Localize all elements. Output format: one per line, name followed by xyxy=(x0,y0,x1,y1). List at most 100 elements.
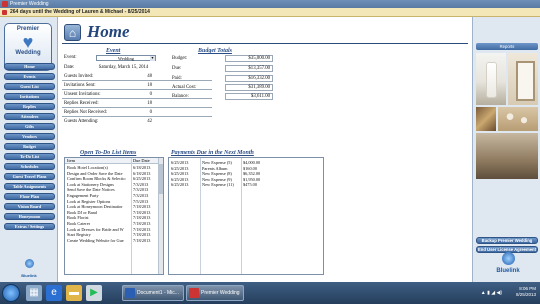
payment-amount: $475.00 xyxy=(243,182,257,188)
todo-list-header: Item Due Date xyxy=(65,158,163,164)
nav-honeymoon[interactable]: Honeymoon xyxy=(4,213,55,220)
guests-attending-label: Guests Attending: xyxy=(64,119,99,124)
scroll-thumb[interactable] xyxy=(159,164,163,194)
todo-row[interactable]: Create Wedding Website for Gue 7/18/2013 xyxy=(65,238,160,243)
due-row: Due: $13,357.00 xyxy=(169,64,324,73)
chevron-down-icon[interactable]: ▼ xyxy=(150,56,155,61)
paid-row: Paid: $16,332.00 xyxy=(169,74,324,83)
todo-item: Look at Register Options xyxy=(67,198,111,204)
payment-row[interactable]: 6/25/2013 New Expense (5) $4,000.00 xyxy=(169,160,323,165)
payment-description: New Expense (8) xyxy=(202,171,232,177)
todo-item: Engagement Party xyxy=(67,193,99,198)
tray-icons[interactable]: ▲ ▮ ◢ ◀) xyxy=(481,290,502,296)
backup-button[interactable]: Backup Premier Wedding xyxy=(476,237,538,244)
todo-row[interactable]: Book DJ or Band 7/18/2013 xyxy=(65,210,160,215)
balance-value: $3,611.00 xyxy=(225,93,273,100)
system-clock[interactable]: 8:06 PM 8/25/2013 xyxy=(516,286,536,298)
payments-heading: Payments Due in the Next Month xyxy=(171,150,254,156)
payments-list[interactable]: 6/25/2013 New Expense (5) $4,000.00 6/25/20… xyxy=(168,157,324,275)
todo-row[interactable]: Design and Order Save the Date 6/18/2013 xyxy=(65,171,160,176)
nav-replies[interactable]: Replies xyxy=(4,103,55,110)
wedding-cake-photo xyxy=(476,53,506,105)
todo-row[interactable]: Send Save the Date Notices 7/3/2013 xyxy=(65,187,160,192)
todo-item: Look at Honeymoon Destinatior xyxy=(67,204,123,210)
reception-table-photo xyxy=(476,133,538,179)
payment-description: New Expense (5) xyxy=(202,160,232,165)
todo-scrollbar[interactable] xyxy=(158,158,163,274)
nav-vision-board[interactable]: Vision Board xyxy=(4,203,55,210)
explorer-icon[interactable]: ▦ xyxy=(26,285,42,301)
todo-col-due[interactable]: Due Date xyxy=(133,158,150,164)
taskbar-word-document[interactable]: Document1 - Mic... xyxy=(122,285,184,301)
todo-row[interactable]: Confirm Room Blocks & Selectio 6/25/2013 xyxy=(65,176,160,181)
todo-row[interactable]: Look at Stationery Designs 7/3/2013 xyxy=(65,182,160,187)
payment-amount: $6,352.00 xyxy=(243,171,261,177)
nav-home[interactable]: Home xyxy=(4,63,55,70)
nav-attendees[interactable]: Attendees xyxy=(4,113,55,120)
taskbar-premier-wedding[interactable]: Premier Wedding xyxy=(186,285,244,301)
payment-description: New Expense (9) xyxy=(202,176,232,182)
todo-due-date: 6/25/2013 xyxy=(133,176,151,182)
countdown-text: 264 days until the Wedding of Lauren & M… xyxy=(10,9,150,15)
todo-row[interactable]: Look at Honeymoon Destinatior 7/18/2013 xyxy=(65,204,160,209)
payment-date: 6/25/2013 xyxy=(171,176,189,182)
reports-button[interactable]: Reports xyxy=(476,43,538,50)
todo-row[interactable]: Start Registry 7/18/2013 xyxy=(65,232,160,237)
todo-item: Book DJ or Band xyxy=(67,209,97,215)
heart-icon xyxy=(2,10,7,15)
todo-row[interactable]: Look at Dresses for Bride and W 7/18/2013 xyxy=(65,227,160,232)
nav-schedules[interactable]: Schedules xyxy=(4,163,55,170)
nav-gifts[interactable]: Gifts xyxy=(4,123,55,130)
todo-due-date: 7/3/2013 xyxy=(133,181,149,187)
nav-floor-plan[interactable]: Floor Plan xyxy=(4,193,55,200)
budget-value: $35,000.00 xyxy=(225,55,273,62)
folder-icon[interactable]: ▬ xyxy=(66,285,82,301)
nav-extras-settings[interactable]: Extras / Settings xyxy=(4,223,55,230)
payment-row[interactable]: 6/25/2013 New Expense (11) $475.00 xyxy=(169,182,323,187)
payment-amount: $1,950.00 xyxy=(243,176,261,182)
taskbar: ▦ e ▬ ▶ Document1 - Mic... Premier Weddi… xyxy=(0,282,540,304)
cookies-photo xyxy=(498,107,538,131)
payment-date: 6/25/2013 xyxy=(171,182,189,188)
todo-list[interactable]: Item Due Date Book Hotel Location(s) 6/18… xyxy=(64,157,164,275)
bluelink-globe-icon xyxy=(501,252,515,265)
payment-row[interactable]: 6/25/2013 Parents Album $160.00 xyxy=(169,166,323,171)
todo-item: Create Wedding Website for Gue xyxy=(67,237,124,243)
paid-value: $16,332.00 xyxy=(225,75,273,82)
nav-guest-travel-plans[interactable]: Guest Travel Plans xyxy=(4,173,55,180)
internet-explorer-icon[interactable]: e xyxy=(46,285,62,301)
todo-row[interactable]: Book Caterer 7/18/2013 xyxy=(65,221,160,226)
nav-events[interactable]: Events xyxy=(4,73,55,80)
nav-guest-list[interactable]: Guest List xyxy=(4,83,55,90)
budget-label: Budget: xyxy=(172,56,188,61)
nav-budget[interactable]: Budget xyxy=(4,143,55,150)
todo-due-date: 6/18/2013 xyxy=(133,165,151,170)
due-label: Due: xyxy=(172,66,182,71)
event-select[interactable]: Wedding ▼ xyxy=(96,55,156,61)
todo-row[interactable]: Engagement Party 7/3/2013 xyxy=(65,193,160,198)
todo-item: Look at Dresses for Bride and W xyxy=(67,226,124,232)
nav-invitations[interactable]: Invitations xyxy=(4,93,55,100)
right-panel: Reports Backup Premier Wedding End User … xyxy=(472,17,540,282)
todo-item: Book Caterer xyxy=(67,221,91,226)
todo-row[interactable]: Book Hotel Location(s) 6/18/2013 xyxy=(65,165,160,170)
payment-row[interactable]: 6/25/2013 New Expense (9) $1,950.00 xyxy=(169,177,323,182)
main-panel: ⌂ Home Event Event: Wedding ▼ Date: Satu… xyxy=(58,17,472,282)
start-button[interactable] xyxy=(2,284,20,302)
bluelink-logo-small: Bluelink xyxy=(6,255,52,278)
media-player-icon[interactable]: ▶ xyxy=(86,285,102,301)
framed-art-photo xyxy=(508,53,538,105)
todo-row[interactable]: Book Florist 7/18/2013 xyxy=(65,215,160,220)
app-icon xyxy=(2,1,8,7)
payment-row[interactable]: 6/25/2013 New Expense (8) $6,352.00 xyxy=(169,171,323,176)
todo-item: Book Florist xyxy=(67,215,89,221)
todo-due-date: 7/3/2013 xyxy=(133,193,149,198)
word-icon xyxy=(125,288,135,298)
column-divider xyxy=(241,158,242,274)
nav-vendors[interactable]: Vendors xyxy=(4,133,55,140)
todo-row[interactable]: Look at Register Options 7/5/2013 xyxy=(65,199,160,204)
nav-todo-list[interactable]: To-Do List xyxy=(4,153,55,160)
todo-item: Start Registry xyxy=(67,232,91,238)
nav-table-assignments[interactable]: Table Assignments xyxy=(4,183,55,190)
todo-col-item[interactable]: Item xyxy=(67,158,75,164)
